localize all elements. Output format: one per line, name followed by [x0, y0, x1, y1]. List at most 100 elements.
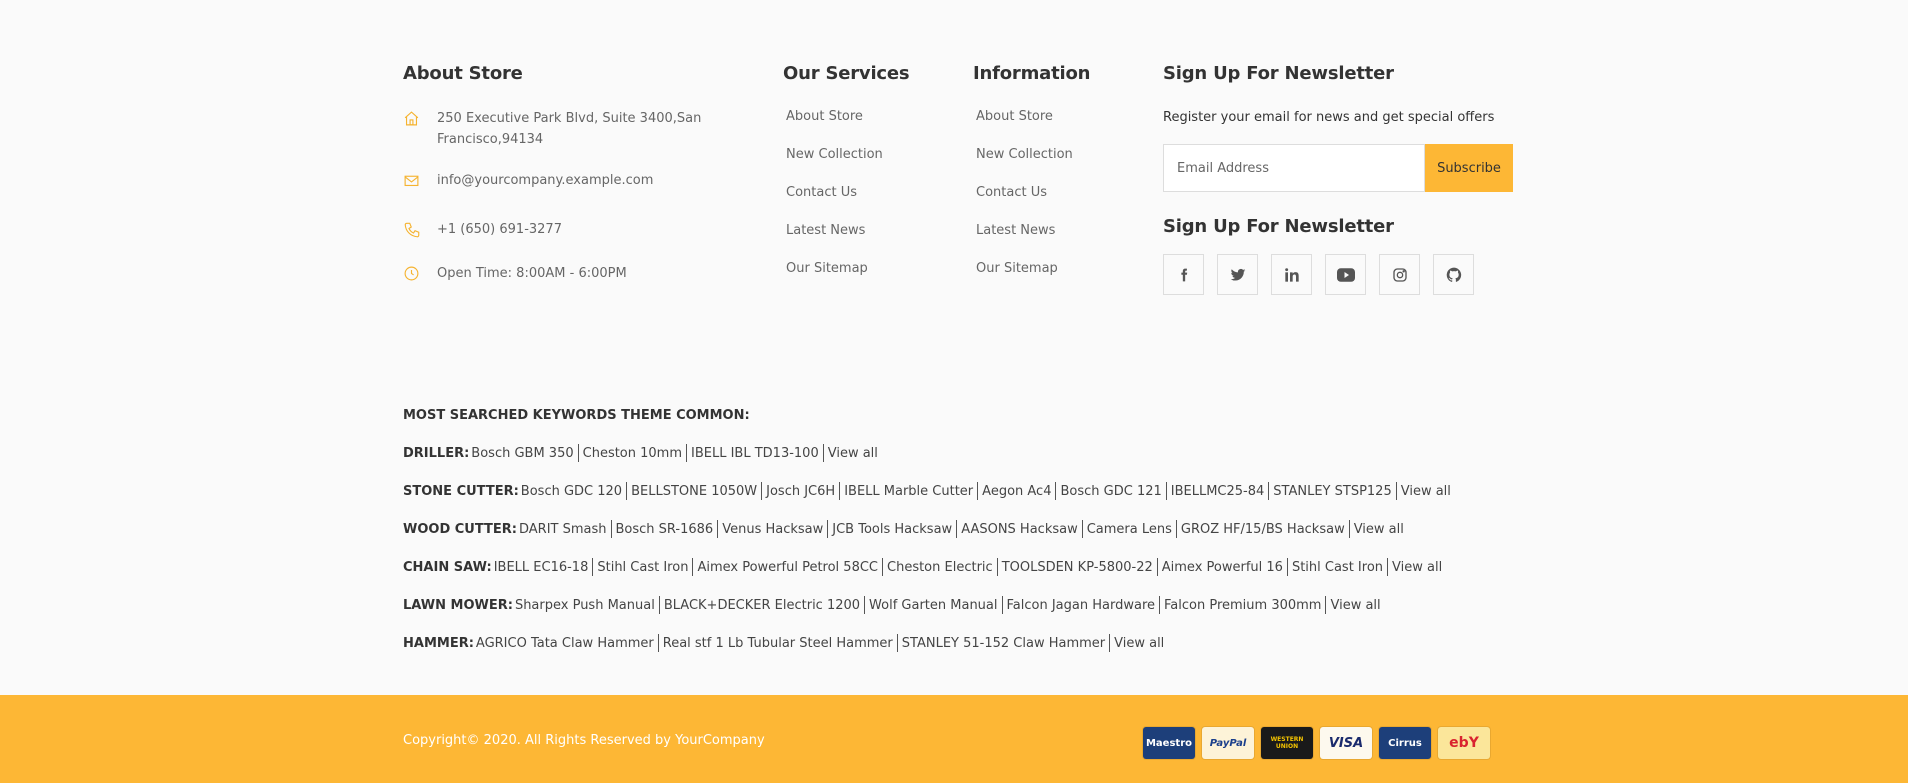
keyword-link[interactable]: BELLSTONE 1050W [631, 484, 757, 499]
newsletter-column: Sign Up For Newsletter Register your ema… [1163, 62, 1523, 295]
information-link[interactable]: About Store [973, 108, 1153, 146]
services-link[interactable]: Our Sitemap [783, 260, 963, 298]
services-links: About Store New Collection Contact Us La… [783, 108, 963, 298]
keyword-separator [592, 557, 594, 576]
payment-methods: Maestro PayPal WESTERN UNION VISA Cirrus ebY [1143, 727, 1490, 759]
keyword-separator [577, 443, 579, 462]
email-text[interactable]: info@yourcompany.example.com [437, 170, 653, 191]
keyword-link[interactable]: Falcon Premium 300mm [1164, 598, 1321, 613]
keyword-link[interactable]: Cheston 10mm [583, 446, 682, 461]
keyword-link[interactable]: JCB Tools Hacksaw [832, 522, 952, 537]
keyword-link[interactable]: Cheston Electric [887, 560, 993, 575]
keyword-link[interactable]: Aimex Powerful 16 [1162, 560, 1283, 575]
keyword-separator [761, 481, 763, 500]
keyword-link[interactable]: STANLEY 51-152 Claw Hammer [902, 636, 1105, 651]
address-text: 250 Executive Park Blvd, Suite 3400,San … [437, 111, 702, 147]
keyword-link[interactable]: Stihl Cast Iron [597, 560, 688, 575]
keyword-link[interactable]: Aimex Powerful Petrol 58CC [697, 560, 878, 575]
subscribe-button[interactable]: Subscribe [1425, 144, 1513, 192]
facebook-icon[interactable] [1163, 254, 1204, 295]
keyword-link[interactable]: Bosch GDC 121 [1060, 484, 1161, 499]
keyword-separator [626, 481, 628, 500]
view-all-link[interactable]: View all [1354, 522, 1404, 537]
keyword-link[interactable]: TOOLSDEN KP-5800-22 [1002, 560, 1153, 575]
keyword-separator [1156, 557, 1158, 576]
newsletter-text: Register your email for news and get spe… [1163, 110, 1495, 125]
keyword-separator [896, 633, 898, 652]
keyword-link[interactable]: DARIT Smash [519, 522, 607, 537]
keyword-separator [977, 481, 979, 500]
services-link[interactable]: Latest News [783, 222, 963, 260]
information-link[interactable]: Our Sitemap [973, 260, 1153, 298]
keyword-link[interactable]: Bosch GDC 120 [521, 484, 622, 499]
keyword-link[interactable]: IBELL Marble Cutter [844, 484, 973, 499]
view-all-link[interactable]: View all [1401, 484, 1451, 499]
keyword-separator [822, 443, 824, 462]
cirrus-payment-icon: Cirrus [1379, 727, 1431, 759]
phone-text[interactable]: +1 (650) 691-3277 [437, 219, 562, 240]
keyword-separator [717, 519, 719, 538]
instagram-icon[interactable] [1379, 254, 1420, 295]
keyword-link[interactable]: BLACK+DECKER Electric 1200 [664, 598, 860, 613]
keyword-link[interactable]: STANLEY STSP125 [1273, 484, 1391, 499]
keyword-separator [956, 519, 958, 538]
copyright-text: Copyright© 2020. All Rights Reserved by … [403, 733, 765, 748]
keyword-separator [1159, 595, 1161, 614]
maestro-payment-icon: Maestro [1143, 727, 1195, 759]
keyword-link[interactable]: AGRICO Tata Claw Hammer [476, 636, 654, 651]
email-input[interactable] [1163, 144, 1425, 192]
view-all-link[interactable]: View all [1114, 636, 1164, 651]
keyword-link[interactable]: IBELL IBL TD13-100 [691, 446, 819, 461]
keyword-link[interactable]: Falcon Jagan Hardware [1007, 598, 1156, 613]
view-all-link[interactable]: View all [1330, 598, 1380, 613]
view-all-link[interactable]: View all [1392, 560, 1442, 575]
keyword-link[interactable]: AASONS Hacksaw [961, 522, 1078, 537]
keyword-separator [1268, 481, 1270, 500]
keyword-link[interactable]: IBELLMC25-84 [1171, 484, 1265, 499]
services-link[interactable]: Contact Us [783, 184, 963, 222]
keyword-link[interactable]: Venus Hacksaw [722, 522, 823, 537]
keyword-category-label: STONE CUTTER: [403, 484, 519, 499]
services-link[interactable]: New Collection [783, 146, 963, 184]
view-all-link[interactable]: View all [828, 446, 878, 461]
information-link[interactable]: New Collection [973, 146, 1153, 184]
keyword-link[interactable]: IBELL EC16-18 [494, 560, 589, 575]
services-link[interactable]: About Store [783, 108, 963, 146]
keyword-row: WOOD CUTTER: DARIT Smash Bosch SR-1686 Venu… [403, 519, 1513, 540]
keyword-separator [1001, 595, 1003, 614]
keyword-link[interactable]: Wolf Garten Manual [869, 598, 997, 613]
keyword-link[interactable]: Camera Lens [1087, 522, 1172, 537]
keyword-separator [839, 481, 841, 500]
keyword-link[interactable]: Stihl Cast Iron [1292, 560, 1383, 575]
about-store-column: About Store 250 Executive Park Blvd, Sui… [403, 62, 733, 284]
home-icon [403, 108, 437, 129]
keyword-link[interactable]: Sharpex Push Manual [515, 598, 655, 613]
keyword-row: LAWN MOWER: Sharpex Push Manual BLACK+DECK… [403, 595, 1513, 616]
keyword-link[interactable]: Bosch SR-1686 [616, 522, 714, 537]
keyword-separator [658, 595, 660, 614]
linkedin-icon[interactable] [1271, 254, 1312, 295]
information-link[interactable]: Contact Us [973, 184, 1153, 222]
keyword-link[interactable]: Real stf 1 Lb Tubular Steel Hammer [663, 636, 893, 651]
keyword-link[interactable]: Aegon Ac4 [982, 484, 1051, 499]
github-icon[interactable] [1433, 254, 1474, 295]
keyword-row: CHAIN SAW: IBELL EC16-18 Stihl Cast Iron Ai… [403, 557, 1513, 578]
keyword-separator [1325, 595, 1327, 614]
keywords-title: MOST SEARCHED KEYWORDS THEME COMMON: [403, 408, 750, 423]
keyword-row: DRILLER: Bosch GBM 350 Cheston 10mm IBELL I… [403, 443, 1513, 464]
keyword-separator [1109, 633, 1111, 652]
keyword-separator [1395, 481, 1397, 500]
information-link[interactable]: Latest News [973, 222, 1153, 260]
keyword-separator [686, 443, 688, 462]
about-store-title: About Store [403, 63, 523, 84]
twitter-icon[interactable] [1217, 254, 1258, 295]
keyword-row: HAMMER: AGRICO Tata Claw Hammer Real stf 1… [403, 633, 1513, 654]
keyword-separator [610, 519, 612, 538]
keyword-link[interactable]: Josch JC6H [766, 484, 835, 499]
keyword-link[interactable]: GROZ HF/15/BS Hacksaw [1181, 522, 1345, 537]
keyword-row: STONE CUTTER: Bosch GDC 120 BELLSTONE 1050… [403, 481, 1513, 502]
hours-text: Open Time: 8:00AM - 6:00PM [437, 266, 627, 281]
youtube-icon[interactable] [1325, 254, 1366, 295]
information-title: Information [973, 63, 1091, 84]
keyword-link[interactable]: Bosch GBM 350 [471, 446, 573, 461]
